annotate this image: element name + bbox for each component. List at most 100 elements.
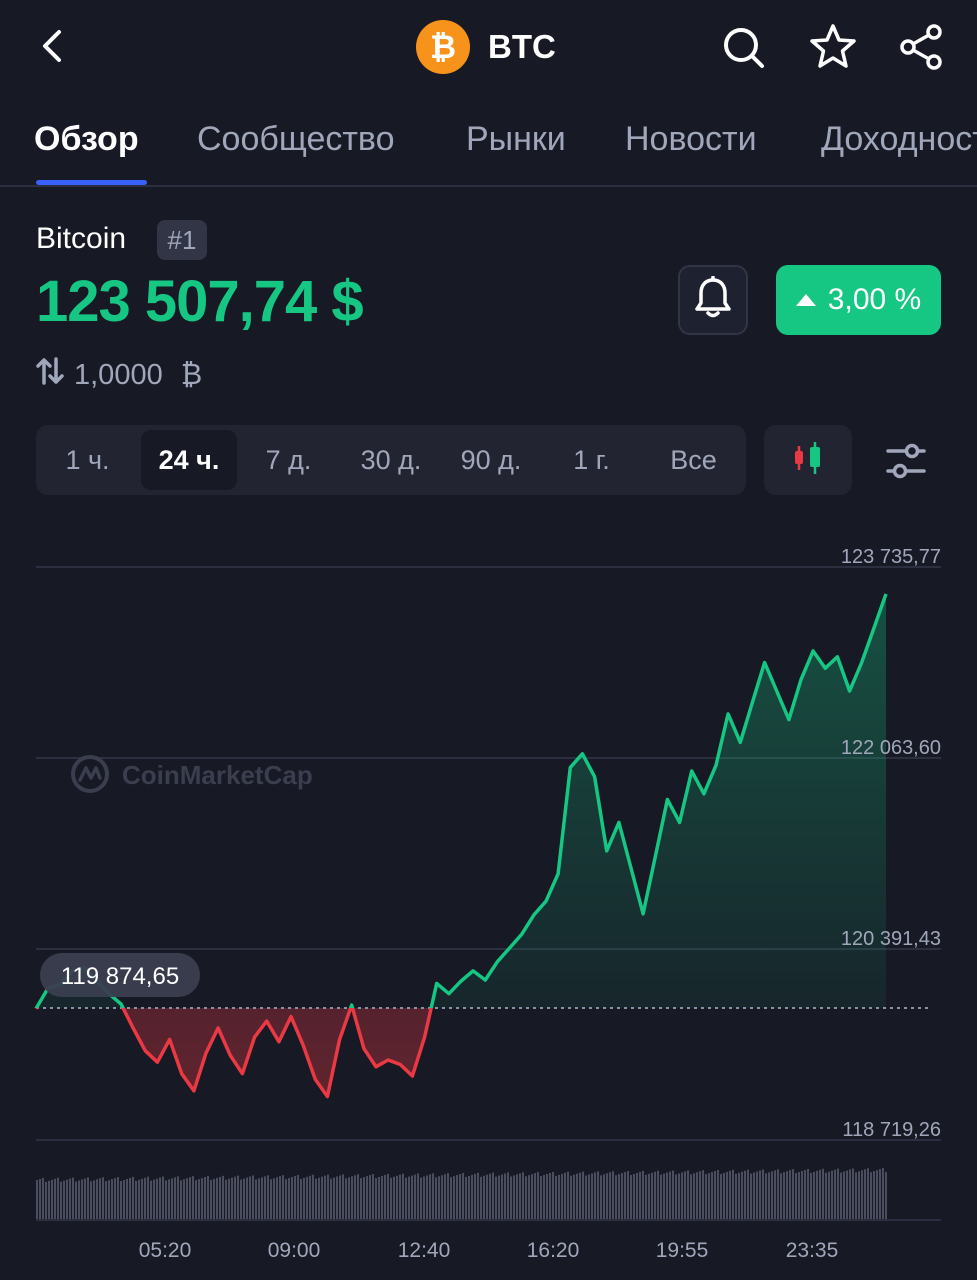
volume-bar (360, 1178, 362, 1220)
volume-bar (840, 1172, 842, 1220)
volume-bar (420, 1177, 422, 1220)
volume-bar (399, 1174, 401, 1220)
volume-bar (288, 1178, 290, 1220)
volume-bar (252, 1175, 254, 1220)
volume-bar (765, 1173, 767, 1220)
range-1h[interactable]: 1 ч. (40, 430, 135, 490)
coin-symbol: BTC (488, 28, 556, 65)
volume-bar (762, 1169, 764, 1220)
volume-bar (663, 1173, 665, 1220)
x-tick-label: 16:20 (527, 1239, 580, 1262)
convert-value: 1,0000 (74, 358, 163, 391)
chart-settings-icon[interactable] (882, 437, 930, 485)
volume-bar (747, 1169, 749, 1220)
range-7d[interactable]: 7 д. (241, 430, 336, 490)
tab-yield[interactable]: Доходность (821, 120, 977, 159)
y-tick-label: 120 391,43 (841, 928, 941, 950)
volume-bar (795, 1173, 797, 1220)
range-24h[interactable]: 24 ч. (141, 430, 237, 490)
volume-bar (579, 1172, 581, 1220)
range-30d[interactable]: 30 д. (341, 430, 441, 490)
watermark-text: CoinMarketCap (122, 760, 313, 790)
volume-bar (468, 1175, 470, 1220)
volume-bar (669, 1171, 671, 1220)
x-tick-label: 09:00 (268, 1239, 321, 1262)
volume-bar (516, 1174, 518, 1220)
volume-bar (879, 1169, 881, 1220)
back-chevron-icon[interactable] (34, 26, 74, 66)
volume-bar (78, 1180, 80, 1220)
volume-bar (159, 1177, 161, 1220)
volume-bar (783, 1172, 785, 1220)
volume-bar (567, 1171, 569, 1220)
volume-bar (99, 1178, 101, 1220)
volume-bar (306, 1176, 308, 1220)
volume-bar (882, 1168, 884, 1220)
volume-bar (309, 1175, 311, 1220)
volume-bar (93, 1180, 95, 1220)
volume-bar (186, 1178, 188, 1220)
volume-bar (141, 1178, 143, 1220)
currency-convert[interactable]: 1,0000 ₿ (36, 355, 202, 395)
volume-bar (603, 1174, 605, 1220)
volume-bar (87, 1177, 89, 1220)
volume-bar (780, 1173, 782, 1220)
volume-bar (624, 1172, 626, 1220)
volume-bar (723, 1172, 725, 1220)
volume-bar (753, 1172, 755, 1220)
volume-bar (210, 1179, 212, 1220)
volume-bar (708, 1173, 710, 1220)
volume-bar (666, 1172, 668, 1220)
volume-bar (630, 1175, 632, 1220)
candlestick-toggle-button[interactable] (764, 425, 852, 495)
range-1y[interactable]: 1 г. (544, 430, 639, 490)
volume-bar (594, 1172, 596, 1220)
share-icon[interactable] (896, 22, 946, 72)
tab-overview[interactable]: Обзор (34, 120, 139, 159)
volume-bar (834, 1169, 836, 1220)
volume-bar (744, 1170, 746, 1220)
volume-bar (738, 1172, 740, 1220)
volume-bar (447, 1173, 449, 1220)
volume-bar (444, 1174, 446, 1220)
volume-bar (828, 1171, 830, 1220)
volume-bar (501, 1174, 503, 1220)
volume-bar (90, 1181, 92, 1220)
price-alert-button[interactable] (678, 265, 748, 335)
volume-bar (786, 1171, 788, 1220)
volume-bar (300, 1178, 302, 1220)
volume-bar (651, 1172, 653, 1220)
volume-bar (51, 1179, 53, 1220)
volume-bar (81, 1179, 83, 1220)
volume-bar (429, 1174, 431, 1220)
volume-bar (270, 1179, 272, 1220)
volume-bar (654, 1171, 656, 1220)
range-90d[interactable]: 90 д. (441, 430, 541, 490)
volume-bar (498, 1175, 500, 1220)
range-all[interactable]: Все (646, 430, 741, 490)
tab-markets[interactable]: Рынки (466, 120, 566, 159)
volume-bar (48, 1180, 50, 1220)
volume-bar (117, 1177, 119, 1220)
volume-bar (138, 1179, 140, 1220)
volume-bar (45, 1181, 47, 1220)
volume-bar (264, 1176, 266, 1220)
volume-bar (222, 1175, 224, 1220)
star-icon[interactable] (808, 22, 858, 72)
volume-bar (684, 1171, 686, 1220)
tab-community[interactable]: Сообщество (197, 120, 395, 159)
volume-bar (867, 1168, 869, 1220)
volume-bar (354, 1175, 356, 1220)
volume-bar (303, 1177, 305, 1220)
volume-bar (165, 1180, 167, 1220)
price-change-badge: 3,00 % (776, 265, 941, 335)
price-chart[interactable]: CoinMarketCap 123 735,77 122 063,60 120 39… (0, 530, 977, 1270)
volume-bar (192, 1176, 194, 1220)
volume-bar (387, 1173, 389, 1220)
tab-news[interactable]: Новости (625, 120, 757, 159)
volume-bar (729, 1170, 731, 1220)
volume-bar (105, 1181, 107, 1220)
rank-badge: #1 (157, 220, 207, 260)
volume-bar (777, 1169, 779, 1220)
search-icon[interactable] (718, 22, 768, 72)
